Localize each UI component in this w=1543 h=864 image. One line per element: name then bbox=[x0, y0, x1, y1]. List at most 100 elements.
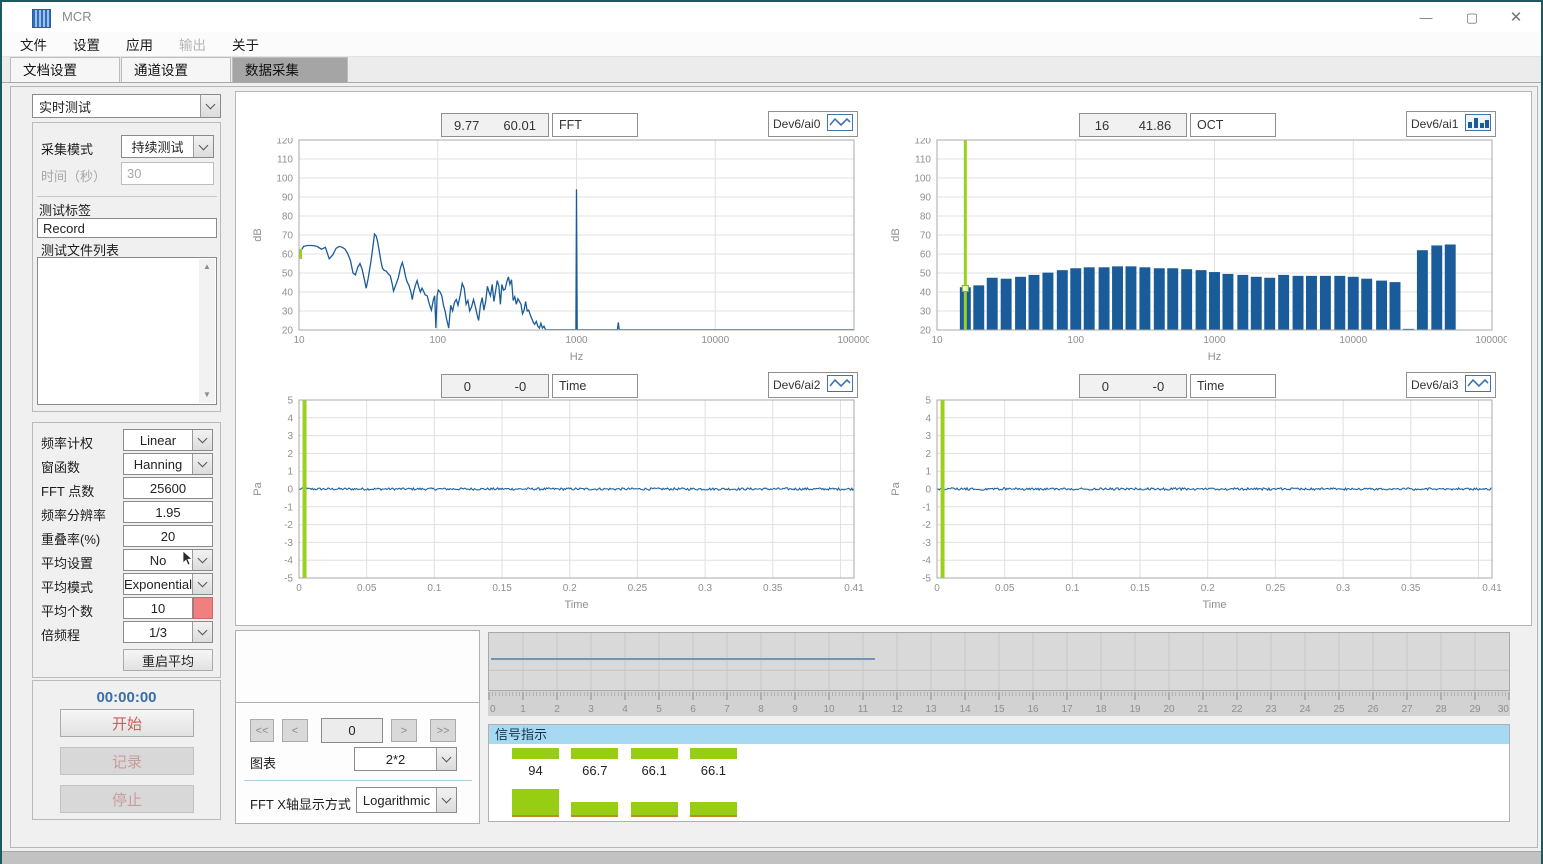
overlap-rate-label: 重叠率(%) bbox=[41, 529, 100, 548]
acq-mode-label: 采集模式 bbox=[41, 139, 93, 158]
average-count-input[interactable]: 10 bbox=[123, 597, 193, 619]
channel-selector[interactable]: Dev6/ai2 bbox=[768, 372, 858, 398]
chart-type-box[interactable]: OCT bbox=[1190, 113, 1276, 137]
fft-axis-mode-select[interactable]: Logarithmic bbox=[356, 787, 457, 813]
minimize-button[interactable]: — bbox=[1409, 6, 1443, 30]
acq-mode-select[interactable]: 持续测试 bbox=[121, 135, 214, 158]
average-setting-label: 平均设置 bbox=[41, 553, 93, 572]
svg-text:5: 5 bbox=[925, 396, 931, 407]
chevron-down-icon[interactable] bbox=[192, 622, 212, 642]
window-function-select[interactable]: Hanning bbox=[123, 453, 213, 475]
chevron-down-icon[interactable] bbox=[192, 574, 212, 594]
cursor-y-readout: -0 bbox=[515, 379, 527, 394]
svg-text:9: 9 bbox=[792, 704, 798, 715]
plot-area-fft[interactable]: 2030405060708090100110120101001000100001… bbox=[236, 138, 869, 364]
svg-text:dB: dB bbox=[252, 228, 264, 241]
chart-type-box[interactable]: Time bbox=[552, 374, 638, 398]
svg-text:100: 100 bbox=[1067, 335, 1084, 346]
chevron-down-icon[interactable] bbox=[200, 95, 220, 117]
fft-settings-groupbox: 频率计权Linear窗函数HanningFFT 点数25600频率分辨率1.95… bbox=[32, 422, 221, 678]
display-options-spacer bbox=[236, 631, 479, 703]
svg-text:8: 8 bbox=[758, 704, 764, 715]
chevron-down-icon[interactable] bbox=[436, 788, 456, 812]
chevron-down-icon[interactable] bbox=[193, 136, 213, 157]
channel-name: Dev6/ai3 bbox=[1411, 378, 1458, 392]
svg-text:2: 2 bbox=[287, 449, 293, 460]
test-name-input[interactable]: Record bbox=[37, 218, 217, 238]
chart-layout-select[interactable]: 2*2 bbox=[354, 747, 457, 771]
nav-next-button[interactable]: > bbox=[391, 719, 417, 742]
svg-text:-5: -5 bbox=[284, 574, 293, 585]
scroll-up-icon[interactable]: ▲ bbox=[199, 259, 215, 275]
nav-first-button[interactable]: << bbox=[250, 719, 274, 742]
svg-text:21: 21 bbox=[1197, 704, 1209, 715]
chevron-down-icon[interactable] bbox=[192, 454, 212, 474]
svg-text:Time: Time bbox=[1202, 599, 1226, 611]
plot-area-time-ai2[interactable]: -5-4-3-2-101234500.050.10.150.20.250.30.… bbox=[236, 396, 869, 624]
channel-selector[interactable]: Dev6/ai0 bbox=[768, 111, 858, 137]
nav-last-button[interactable]: >> bbox=[430, 719, 456, 742]
timeline-ruler[interactable]: 0123456789101112131415161718192021222324… bbox=[488, 632, 1510, 716]
chart-type-box[interactable]: Time bbox=[1190, 374, 1276, 398]
chevron-down-icon[interactable] bbox=[436, 748, 456, 770]
nav-page-input[interactable]: 0 bbox=[321, 718, 383, 743]
window-function-value: Hanning bbox=[124, 457, 192, 472]
fft-points-label: FFT 点数 bbox=[41, 481, 94, 500]
scroll-down-icon[interactable]: ▼ bbox=[199, 387, 215, 403]
menu-apply[interactable]: 应用 bbox=[123, 32, 156, 56]
freq-weighting-select[interactable]: Linear bbox=[123, 429, 213, 451]
svg-text:70: 70 bbox=[920, 231, 932, 242]
svg-text:3: 3 bbox=[588, 704, 594, 715]
tab-data-acquisition[interactable]: 数据采集 bbox=[232, 57, 348, 82]
channel-selector[interactable]: Dev6/ai3 bbox=[1406, 372, 1496, 398]
chart-time-ai3: 0-0TimeDev6/ai3-5-4-3-2-101234500.050.10… bbox=[874, 366, 1507, 626]
channel-selector[interactable]: Dev6/ai1 bbox=[1406, 111, 1496, 137]
svg-text:0.25: 0.25 bbox=[628, 583, 648, 594]
record-timeline[interactable]: 0123456789101112131415161718192021222324… bbox=[488, 632, 1510, 716]
svg-text:0.15: 0.15 bbox=[492, 583, 512, 594]
start-button[interactable]: 开始 bbox=[60, 709, 194, 737]
fft-points-input[interactable]: 25600 bbox=[123, 477, 213, 499]
test-file-list[interactable]: ▲ ▼ bbox=[37, 257, 217, 405]
bar-chart-icon bbox=[1465, 114, 1491, 134]
restart-average-button[interactable]: 重启平均 bbox=[123, 649, 213, 671]
channel-name: Dev6/ai1 bbox=[1411, 117, 1458, 131]
window-function-label: 窗函数 bbox=[41, 457, 80, 476]
overlap-rate-input[interactable]: 20 bbox=[123, 525, 213, 547]
svg-text:10: 10 bbox=[823, 704, 835, 715]
svg-text:0: 0 bbox=[934, 583, 940, 594]
measure-mode-select[interactable]: 实时测试 bbox=[32, 94, 221, 118]
cursor-y-readout: 41.86 bbox=[1139, 118, 1172, 133]
chevron-down-icon[interactable] bbox=[192, 550, 212, 570]
close-button[interactable]: ✕ bbox=[1499, 6, 1533, 30]
file-list-scrollbar[interactable]: ▲ ▼ bbox=[199, 259, 215, 403]
tab-document-settings[interactable]: 文档设置 bbox=[10, 57, 120, 82]
octave-fraction-select[interactable]: 1/3 bbox=[123, 621, 213, 643]
elapsed-timer: 00:00:00 bbox=[33, 689, 220, 706]
freq-resolution-input[interactable]: 1.95 bbox=[123, 501, 213, 523]
menu-settings[interactable]: 设置 bbox=[70, 32, 103, 56]
chart-type-box[interactable]: FFT bbox=[552, 113, 638, 137]
svg-text:19: 19 bbox=[1129, 704, 1141, 715]
plot-area-time-ai3[interactable]: -5-4-3-2-101234500.050.10.150.20.250.30.… bbox=[874, 396, 1507, 624]
svg-text:20: 20 bbox=[1163, 704, 1175, 715]
chevron-down-icon[interactable] bbox=[192, 430, 212, 450]
average-mode-select[interactable]: Exponential bbox=[123, 573, 213, 595]
svg-text:dB: dB bbox=[890, 228, 902, 241]
record-button: 记录 bbox=[60, 747, 194, 775]
svg-text:16: 16 bbox=[1027, 704, 1039, 715]
tab-channel-settings[interactable]: 通道设置 bbox=[121, 57, 231, 82]
average-setting-select[interactable]: No bbox=[123, 549, 213, 571]
menu-file[interactable]: 文件 bbox=[17, 32, 50, 56]
freq-resolution-label: 频率分辨率 bbox=[41, 505, 106, 524]
svg-text:13: 13 bbox=[925, 704, 937, 715]
signal-level-bar bbox=[512, 748, 559, 759]
svg-text:4: 4 bbox=[287, 413, 293, 424]
menu-about[interactable]: 关于 bbox=[229, 32, 262, 56]
svg-text:7: 7 bbox=[724, 704, 730, 715]
plot-area-oct[interactable]: 2030405060708090100110120101001000100001… bbox=[874, 138, 1507, 364]
svg-text:90: 90 bbox=[282, 193, 294, 204]
nav-prev-button[interactable]: < bbox=[282, 719, 308, 742]
maximize-button[interactable]: ▢ bbox=[1455, 6, 1489, 30]
svg-text:40: 40 bbox=[282, 288, 294, 299]
